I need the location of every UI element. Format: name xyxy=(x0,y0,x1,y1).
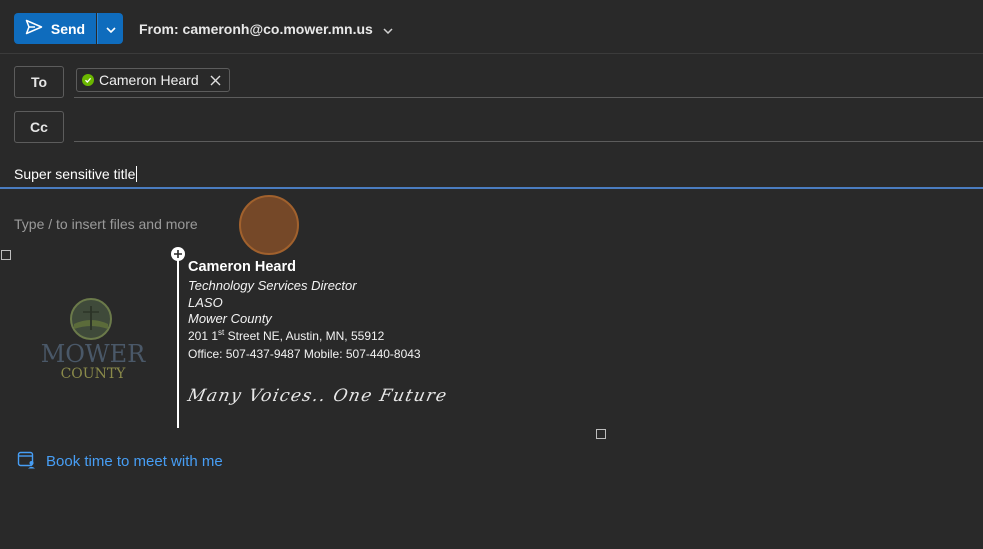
send-label: Send xyxy=(50,20,86,37)
recipient-name: Cameron Heard xyxy=(99,72,199,88)
recipient-chip[interactable]: Cameron Heard xyxy=(76,68,230,92)
text-caret xyxy=(136,166,138,182)
send-icon xyxy=(25,19,43,38)
table-resize-handle[interactable] xyxy=(596,429,606,439)
from-selector[interactable]: From: cameronh@co.mower.mn.us xyxy=(139,21,393,37)
signature-address: 201 1st Street NE, Austin, MN, 55912 xyxy=(188,328,384,343)
toolbar-divider xyxy=(0,53,983,54)
subject-field[interactable]: Super sensitive title xyxy=(14,166,138,182)
from-label: From: cameronh@co.mower.mn.us xyxy=(139,21,373,37)
mower-county-logo: MOWER COUNTY xyxy=(38,296,148,384)
signature-department: LASO xyxy=(188,295,223,310)
book-time-link[interactable]: Book time to meet with me xyxy=(17,450,223,473)
logo-text-mower: MOWER xyxy=(41,340,146,368)
subject-value: Super sensitive title xyxy=(14,166,136,182)
body-placeholder[interactable]: Type / to insert files and more xyxy=(14,216,198,232)
table-resize-handle[interactable] xyxy=(1,250,11,260)
signature-phone: Office: 507-437-9487 Mobile: 507-440-804… xyxy=(188,347,421,361)
address-street: Street NE, Austin, MN, 55912 xyxy=(224,329,385,343)
subject-focus-underline xyxy=(0,187,983,189)
signature-title: Technology Services Director xyxy=(188,278,357,293)
send-button-group: Send xyxy=(14,13,123,44)
send-options-dropdown[interactable] xyxy=(97,13,123,44)
signature-motto: Many Voices.. One Future xyxy=(185,386,450,406)
calendar-person-icon xyxy=(17,450,36,473)
book-time-label: Book time to meet with me xyxy=(46,453,223,470)
to-input-underline[interactable] xyxy=(74,97,983,98)
signature-divider xyxy=(177,258,179,428)
mouse-cursor-highlight xyxy=(239,195,299,255)
signature-organization: Mower County xyxy=(188,311,272,326)
cc-label: Cc xyxy=(30,119,48,135)
send-button[interactable]: Send xyxy=(14,13,96,44)
signature-name: Cameron Heard xyxy=(188,259,296,275)
chevron-down-icon xyxy=(383,21,393,37)
to-label: To xyxy=(30,74,48,90)
address-number: 201 1 xyxy=(188,329,219,343)
presence-available-icon xyxy=(82,74,94,86)
chevron-down-icon xyxy=(105,20,116,38)
to-button[interactable]: To xyxy=(14,66,64,98)
compose-window: Send From: cameronh@co.mower.mn.us To Ca… xyxy=(0,0,983,549)
cc-input-underline[interactable] xyxy=(74,141,983,142)
remove-recipient-icon[interactable] xyxy=(210,75,221,86)
cc-button[interactable]: Cc xyxy=(14,111,64,143)
logo-text-county: COUNTY xyxy=(61,366,127,382)
